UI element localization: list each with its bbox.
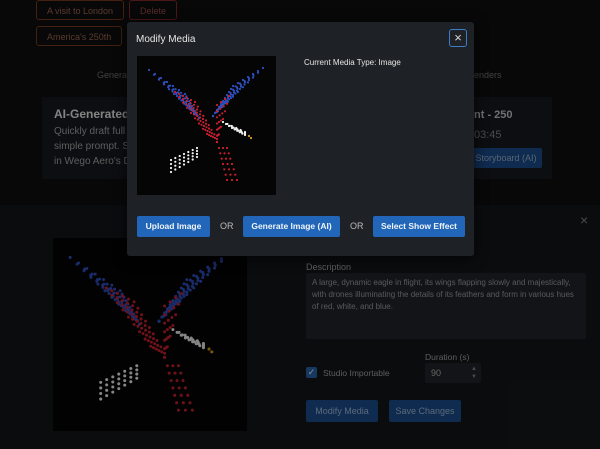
or-separator: OR [350, 221, 364, 231]
upload-image-button[interactable]: Upload Image [137, 216, 210, 237]
current-media-preview [137, 56, 276, 195]
generate-image-ai-button[interactable]: Generate Image (AI) [243, 216, 340, 237]
close-icon[interactable]: × [449, 29, 467, 47]
modify-media-modal: Modify Media × Current Media Type: Image… [127, 22, 474, 256]
current-media-type: Current Media Type: Image [304, 58, 401, 67]
select-show-effect-button[interactable]: Select Show Effect [373, 216, 465, 237]
eagle-drone-illustration [147, 66, 265, 182]
or-separator: OR [220, 221, 234, 231]
modal-title: Modify Media [136, 34, 196, 45]
